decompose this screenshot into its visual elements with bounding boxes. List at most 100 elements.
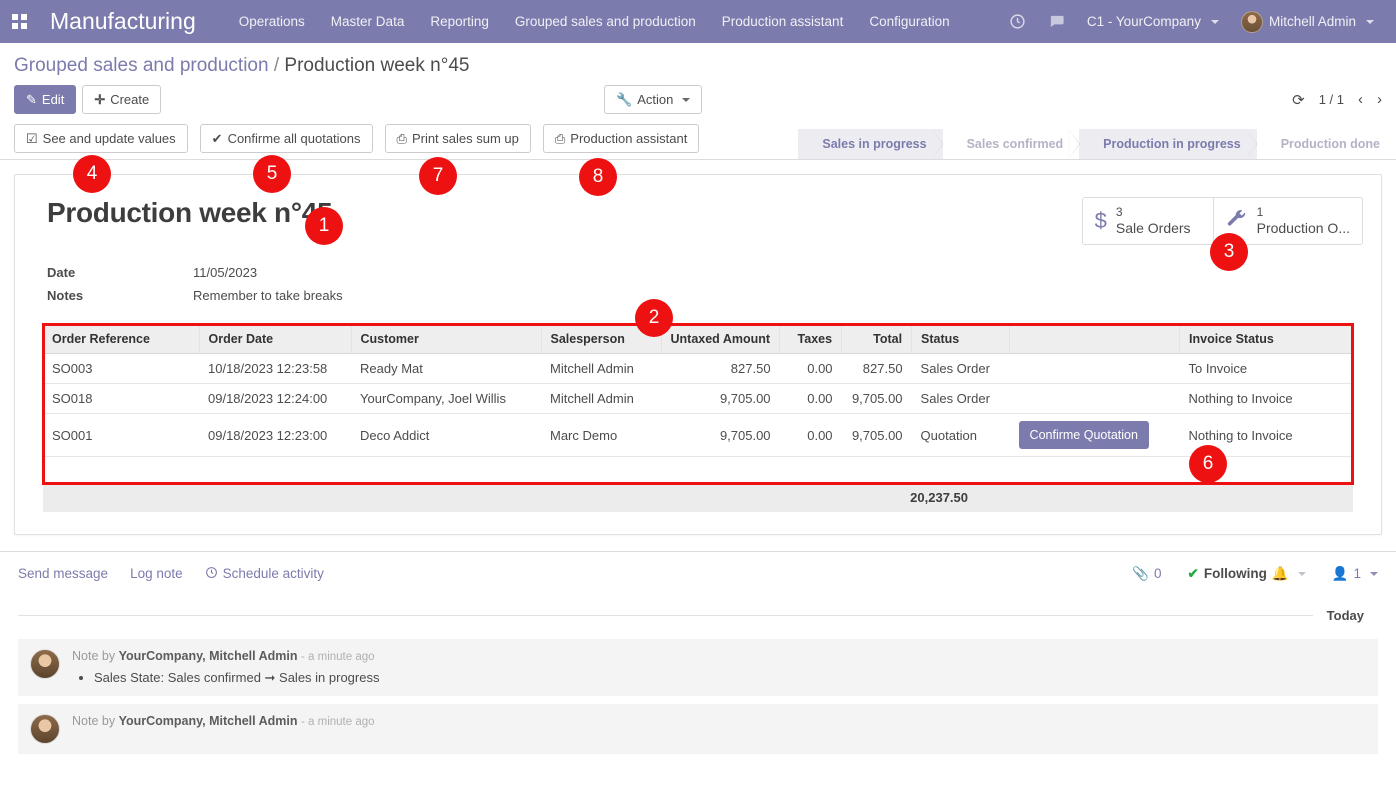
cell-action: Confirme Quotation [1009,413,1180,457]
column-order-reference[interactable]: Order Reference [43,325,200,354]
chatter-toolbar: Send message Log note Schedule activity … [18,566,1378,582]
empty-cell [43,456,1353,483]
user-menu[interactable]: Mitchell Admin [1231,3,1384,41]
stat-button-sale-orders[interactable]: $ 3 Sale Orders [1082,198,1213,244]
column-order-date[interactable]: Order Date [199,325,352,354]
control-panel: ✎ Edit ✛ Create 🔧 Action ⟳ 1 / 1 ‹ › [0,77,1396,114]
column-total[interactable]: Total [841,325,913,354]
refresh-icon[interactable]: ⟳ [1292,91,1305,109]
menu-item-production-assistant[interactable]: Production assistant [709,3,857,40]
action-button-label: Action [637,92,674,107]
cell-customer: Ready Mat [351,353,541,384]
print-sales-sum-up-button[interactable]: ⎙ Print sales sum up [384,124,531,153]
production-assistant-button[interactable]: ⎙ Production assistant [542,124,700,153]
action-dropdown-button[interactable]: 🔧 Action [604,85,703,114]
menu-item-reporting[interactable]: Reporting [417,3,502,40]
column-salesperson[interactable]: Salesperson [541,325,662,354]
cell-order-date: 09/18/2023 12:23:00 [199,413,351,457]
schedule-activity-label: Schedule activity [222,566,324,581]
cell-action [1009,353,1180,384]
record-fields: Date 11/05/2023 Notes Remember to take b… [47,263,1363,303]
edit-button[interactable]: ✎ Edit [14,85,77,114]
chat-bubble-icon[interactable] [1038,7,1075,36]
table-row[interactable]: SO001 09/18/2023 12:23:00 Deco Addict Ma… [43,413,1353,457]
follow-toggle[interactable]: ✔ Following 🔔 [1188,566,1306,582]
attachments-button[interactable]: 📎 0 [1132,566,1161,582]
cell-untaxed-amount: 9,705.00 [661,413,780,457]
message-header: Note by YourCompany, Mitchell Admin - a … [72,649,1366,663]
total-spacer [52,490,872,505]
confirme-all-quotations-button[interactable]: ✔ Confirme all quotations [199,124,373,153]
table-row[interactable]: SO018 09/18/2023 12:24:00 YourCompany, J… [43,383,1353,414]
stage-production-in-progress[interactable]: Production in progress [1079,129,1257,159]
cell-action [1009,383,1180,414]
followers-button[interactable]: 👤 1 [1332,566,1378,582]
chevron-down-icon [682,97,691,102]
stage-sales-confirmed[interactable]: Sales confirmed [942,129,1080,159]
breadcrumb-row: Grouped sales and production / Productio… [0,43,1396,77]
table-empty-row [43,456,1353,483]
table-row[interactable]: SO003 10/18/2023 12:23:58 Ready Mat Mitc… [43,353,1353,384]
menu-item-master-data[interactable]: Master Data [318,3,418,40]
check-icon: ✔ [1187,565,1199,581]
total-amount: 20,237.50 [910,489,968,505]
field-value-date: 11/05/2023 [193,265,258,280]
menu-item-configuration[interactable]: Configuration [856,3,962,40]
stage-sales-in-progress[interactable]: Sales in progress [798,129,943,159]
message-lines: Sales State: Sales confirmed ➞ Sales in … [72,670,1366,686]
log-note-button[interactable]: Log note [130,566,183,581]
breadcrumb-current: Production week n°45 [284,55,470,76]
message-author[interactable]: YourCompany, Mitchell Admin [119,649,298,663]
column-taxes[interactable]: Taxes [779,325,843,354]
breadcrumb-parent[interactable]: Grouped sales and production [14,55,269,76]
bell-icon[interactable]: 🔔 [1272,566,1289,582]
clock-icon[interactable] [999,7,1036,36]
see-and-update-values-button[interactable]: ☑ See and update values [14,124,188,153]
print-sales-sum-up-label: Print sales sum up [411,131,519,146]
wrench-icon: 🔧 [616,92,633,107]
chevron-down-icon[interactable] [1297,571,1306,576]
status-stages: Sales in progress Sales confirmed Produc… [798,129,1396,159]
send-message-button[interactable]: Send message [18,566,108,581]
stage-label: Production in progress [1103,137,1241,151]
message-author-prefix: Note by [72,713,116,728]
confirme-quotation-button[interactable]: Confirme Quotation [1018,421,1149,449]
printer-icon: ⎙ [554,131,566,146]
field-row-notes: Notes Remember to take breaks [47,286,1363,303]
column-customer[interactable]: Customer [351,325,542,354]
sale-orders-count: 3 [1115,205,1123,219]
chevron-left-icon[interactable]: ‹ [1358,91,1363,108]
printer-icon: ⎙ [396,131,407,146]
chatter-message: Note by YourCompany, Mitchell Admin - a … [18,703,1378,754]
stage-label: Sales in progress [822,137,927,151]
menu-item-grouped-sales-and-production[interactable]: Grouped sales and production [502,3,709,40]
schedule-activity-button[interactable]: Schedule activity [205,566,324,582]
cell-untaxed-amount: 827.50 [661,353,780,384]
stage-production-done[interactable]: Production done [1256,129,1396,159]
edit-button-label: Edit [41,92,65,107]
column-invoice-status[interactable]: Invoice Status [1179,325,1353,354]
breadcrumb: Grouped sales and production / Productio… [14,55,1382,77]
check-icon: ✔ [211,131,223,146]
create-button-label: Create [110,92,150,107]
chevron-right-icon[interactable]: › [1377,91,1382,108]
company-switcher[interactable]: C1 - YourCompany [1077,6,1229,37]
column-untaxed-amount[interactable]: Untaxed Amount [661,325,781,354]
stat-button-production-orders[interactable]: 1 Production O... [1212,198,1362,244]
form-action-buttons: ☑ See and update values ✔ Confirme all q… [0,124,700,159]
cell-taxes: 0.00 [779,383,842,414]
message-time: - a minute ago [301,715,375,728]
create-button[interactable]: ✛ Create [82,85,162,114]
message-author[interactable]: YourCompany, Mitchell Admin [119,714,298,728]
cell-salesperson: Mitchell Admin [541,353,661,384]
cell-invoice-status: To Invoice [1179,353,1353,384]
main-menu: Operations Master Data Reporting Grouped… [226,3,963,40]
form-sheet: $ 3 Sale Orders 1 Production O... Produc [14,174,1382,535]
action-dropdown-wrap: 🔧 Action [604,85,703,114]
pager-count: 1 / 1 [1318,92,1344,107]
cell-total: 827.50 [841,353,912,384]
apps-menu-icon[interactable] [6,9,32,35]
column-status[interactable]: Status [911,325,1011,354]
chevron-down-icon[interactable] [1370,571,1378,576]
menu-item-operations[interactable]: Operations [226,3,318,40]
